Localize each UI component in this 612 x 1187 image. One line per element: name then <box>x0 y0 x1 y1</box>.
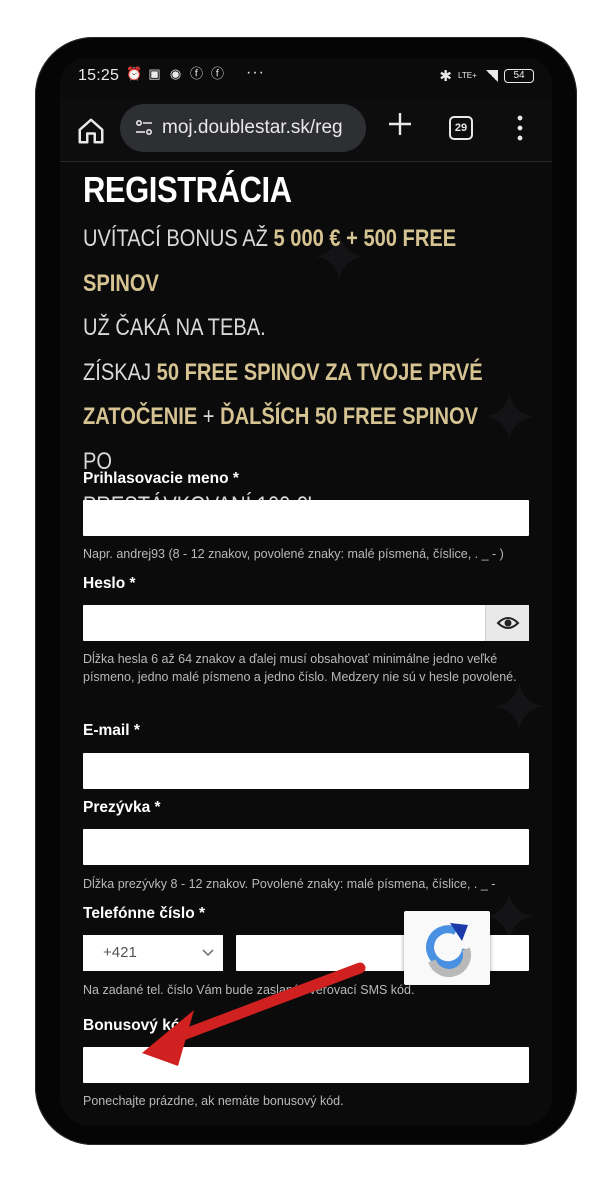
nickname-input[interactable] <box>83 829 529 865</box>
facebook-icon: ⓕ <box>189 66 203 81</box>
email-input[interactable] <box>83 753 529 789</box>
notification-icons: ⏰ ▣ ◉ ⓕ ⓕ <box>126 66 225 81</box>
password-hint: Dĺžka hesla 6 až 64 znakov a ďalej musí … <box>83 652 517 684</box>
home-icon[interactable] <box>74 116 108 146</box>
promo-line-3b: 50 FREE SPINOV ZA TVOJE PRVÉ <box>156 358 483 386</box>
bluetooth-icon: ✱ <box>439 68 452 85</box>
battery-level: 54 <box>504 69 534 83</box>
password-label: Heslo * <box>83 575 136 592</box>
nickname-label: Prezývka * <box>83 799 161 816</box>
facebook-icon: ⓕ <box>210 66 224 81</box>
phone-prefix-value: +421 <box>103 944 137 961</box>
alarm-icon: ⏰ <box>126 66 143 81</box>
password-input[interactable] <box>83 605 529 641</box>
menu-icon[interactable] <box>515 114 525 142</box>
promo-line-4a: ZATOČENIE <box>83 403 198 430</box>
network-type: LTE+ <box>458 71 477 80</box>
nfc-icon: ▣ <box>148 66 161 81</box>
eye-icon <box>496 617 520 629</box>
promo-line-4b: + <box>197 403 221 430</box>
address-bar[interactable]: moj.doublestar.sk/reg <box>120 104 366 152</box>
username-hint: Napr. andrej93 (8 - 12 znakov, povolené … <box>83 547 504 561</box>
messenger-icon: ◉ <box>169 66 182 81</box>
tab-switcher-button[interactable]: 29 <box>449 116 473 140</box>
page-title: REGISTRÁCIA <box>83 169 292 210</box>
more-notifications-icon: ··· <box>246 64 265 81</box>
signal-icon <box>486 70 498 82</box>
status-bar: 15:25 ⏰ ▣ ◉ ⓕ ⓕ ··· ✱ LTE+ 54 <box>60 58 552 98</box>
site-settings-icon[interactable] <box>134 118 154 138</box>
status-time: 15:25 <box>78 67 120 84</box>
username-label: Prihlasovacie meno * <box>83 470 239 487</box>
phone-prefix-select[interactable]: +421 <box>83 935 223 971</box>
bonus-code-label: Bonusový kód <box>83 1017 190 1034</box>
bonus-code-hint: Ponechajte prázdne, ak nemáte bonusový k… <box>83 1094 344 1108</box>
system-status-icons: ✱ LTE+ 54 <box>439 67 534 85</box>
nickname-hint: Dĺžka prezývky 8 - 12 znakov. Povolené z… <box>83 877 496 891</box>
promo-line-1a: UVÍTACÍ BONUS AŽ <box>83 225 274 252</box>
phone-label: Telefónne číslo * <box>83 905 206 922</box>
new-tab-icon[interactable] <box>386 110 414 138</box>
password-field <box>83 605 529 641</box>
chevron-down-icon <box>202 949 214 957</box>
promo-line-2: UŽ ČAKÁ NA TEBA. <box>83 314 266 341</box>
url-text: moj.doublestar.sk/reg <box>162 117 343 138</box>
username-input[interactable] <box>83 500 529 536</box>
recaptcha-icon <box>426 923 472 977</box>
bonus-code-input[interactable] <box>83 1047 529 1083</box>
recaptcha-badge[interactable] <box>404 911 490 985</box>
promo-line-3a: ZÍSKAJ <box>83 358 157 386</box>
promo-line-4c: ĎALŠÍCH 50 FREE SPINOV <box>220 403 478 430</box>
browser-toolbar: moj.doublestar.sk/reg 29 <box>60 98 552 162</box>
email-label: E-mail * <box>83 722 140 739</box>
show-password-button[interactable] <box>485 605 529 641</box>
